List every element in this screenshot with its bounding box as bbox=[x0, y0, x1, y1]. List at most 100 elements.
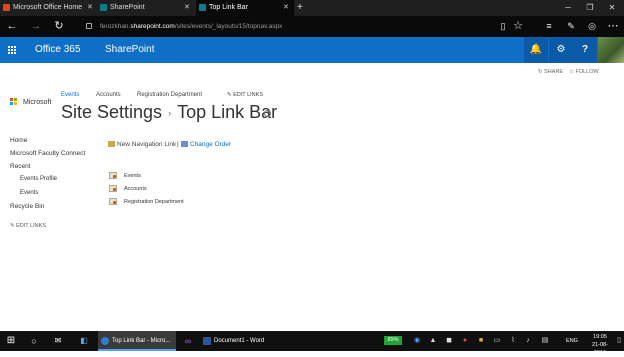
refresh-icon[interactable]: ↻ bbox=[50, 18, 68, 35]
bell-icon[interactable]: 🔔 bbox=[524, 37, 548, 63]
notification-icon[interactable]: ▤ bbox=[540, 331, 550, 351]
web-note-icon[interactable]: ✎ bbox=[562, 18, 580, 35]
quicklaunch-item-faculty-connect[interactable]: Microsoft Faculty Connect bbox=[10, 149, 85, 158]
edit-link-icon[interactable] bbox=[109, 198, 117, 205]
breadcrumb-separator: › bbox=[168, 108, 172, 119]
share-page-icon[interactable]: ◎ bbox=[583, 18, 601, 35]
tray-icon[interactable]: ◼ bbox=[444, 331, 454, 351]
edge-icon bbox=[101, 337, 109, 345]
nav-link-accounts[interactable]: Accounts bbox=[124, 185, 147, 193]
close-icon[interactable]: ✕ bbox=[283, 0, 289, 16]
sharepoint-icon bbox=[100, 4, 107, 11]
clock-date: 21-08-2016 bbox=[592, 342, 608, 356]
taskbar-app-label: Document1 - Word bbox=[214, 338, 265, 344]
windows-start-icon[interactable]: ⊞ bbox=[0, 331, 22, 351]
volume-icon[interactable]: ♪ bbox=[523, 331, 533, 351]
help-icon[interactable]: ? bbox=[573, 37, 597, 63]
wifi-icon[interactable]: ⌇ bbox=[508, 331, 518, 351]
page-title: Site Settings › Top Link Bar bbox=[61, 100, 277, 125]
share-button[interactable]: ↻ SHARE bbox=[538, 68, 563, 76]
taskbar-app-edge[interactable]: Top Link Bar - Micro... bbox=[98, 331, 176, 351]
quicklaunch-item-recent[interactable]: Recent bbox=[10, 162, 31, 171]
quicklaunch-item-events[interactable]: Events bbox=[20, 189, 38, 198]
new-tab-button[interactable]: + bbox=[294, 0, 308, 16]
follow-label: FOLLOW bbox=[575, 69, 599, 75]
follow-button[interactable]: ☆ FOLLOW bbox=[569, 68, 599, 76]
share-label: SHARE bbox=[544, 69, 564, 75]
app-launcher-icon[interactable] bbox=[0, 37, 24, 63]
back-icon[interactable]: ← bbox=[3, 18, 21, 35]
tab-sharepoint[interactable]: SharePoint ✕ bbox=[97, 0, 195, 16]
topnav-edit-links-button[interactable]: ✎ EDIT LINKS bbox=[227, 91, 263, 99]
clock-time: 19:05 bbox=[593, 334, 607, 340]
topnav-item-registration-department[interactable]: Registration Department bbox=[137, 91, 202, 99]
tab-label: SharePoint bbox=[110, 4, 145, 11]
nav-link-events[interactable]: Events bbox=[124, 172, 141, 180]
change-order-button[interactable]: Change Order bbox=[190, 140, 231, 149]
nav-link-registration-department[interactable]: Registration Department bbox=[124, 198, 184, 206]
logo-text: Microsoft bbox=[23, 99, 52, 106]
more-icon[interactable]: ⋯ bbox=[604, 18, 622, 35]
mail-icon[interactable]: ✉ bbox=[50, 331, 66, 351]
url-domain: sharepoint.com bbox=[130, 23, 175, 30]
tab-top-link-bar[interactable]: Top Link Bar ✕ bbox=[196, 0, 294, 16]
new-link-icon bbox=[108, 141, 115, 147]
tray-icon[interactable]: ■ bbox=[476, 331, 486, 351]
address-bar[interactable]: ferozkhan.sharepoint.com/sites/events/_l… bbox=[80, 19, 492, 34]
edit-link-icon[interactable] bbox=[109, 185, 117, 192]
lock-icon bbox=[86, 23, 92, 29]
avatar[interactable] bbox=[598, 37, 624, 63]
tray-icon[interactable]: ● bbox=[460, 331, 470, 351]
hub-icon[interactable]: ≡ bbox=[540, 18, 558, 35]
tray-icon[interactable]: ▲ bbox=[428, 331, 438, 351]
quicklaunch-item-recycle-bin[interactable]: Recycle Bin bbox=[10, 202, 44, 211]
taskbar: ⊞ ○ ✉ ◧ Top Link Bar - Micro... ∞ Docume… bbox=[0, 331, 624, 356]
quicklaunch-item-events-profile[interactable]: Events Profile bbox=[20, 175, 57, 184]
browser-tab-strip: Microsoft Office Home ✕ SharePoint ✕ Top… bbox=[0, 0, 624, 16]
sharepoint-icon bbox=[199, 4, 206, 11]
command-divider: | bbox=[177, 141, 179, 148]
close-window-icon[interactable]: ✕ bbox=[604, 0, 620, 16]
app-icon[interactable]: ◧ bbox=[76, 331, 92, 351]
microsoft-logo[interactable]: Microsoft bbox=[10, 97, 60, 109]
suite-bar: Office 365 SharePoint 🔔 ⚙ ? bbox=[0, 37, 624, 63]
tab-label: Top Link Bar bbox=[209, 4, 248, 11]
word-icon bbox=[203, 337, 211, 345]
taskbar-app-word[interactable]: Document1 - Word bbox=[200, 331, 276, 351]
action-center-icon[interactable]: ▯ bbox=[614, 331, 624, 351]
tray-icon[interactable]: ◉ bbox=[412, 331, 422, 351]
browser-nav-bar: ← → ↻ ferozkhan.sharepoint.com/sites/eve… bbox=[0, 16, 624, 37]
info-icon[interactable]: i bbox=[264, 110, 271, 117]
forward-icon[interactable]: → bbox=[27, 18, 45, 35]
clock[interactable]: 19:05 21-08-2016 bbox=[586, 333, 614, 357]
tab-label: Microsoft Office Home bbox=[13, 4, 83, 11]
tab-office-home[interactable]: Microsoft Office Home ✕ bbox=[0, 0, 96, 16]
office-icon bbox=[3, 4, 10, 11]
topnav-item-accounts[interactable]: Accounts bbox=[96, 91, 121, 99]
gear-icon[interactable]: ⚙ bbox=[549, 37, 573, 63]
office-365-link[interactable]: Office 365 bbox=[35, 37, 80, 63]
minimize-icon[interactable]: ─ bbox=[560, 0, 576, 16]
url-path: /sites/events/_layouts/15/topnav.aspx bbox=[174, 23, 283, 30]
visual-studio-icon[interactable]: ∞ bbox=[180, 331, 196, 351]
battery-indicator[interactable]: 89% bbox=[384, 336, 402, 345]
quicklaunch-edit-links-button[interactable]: ✎ EDIT LINKS bbox=[10, 222, 46, 231]
language-indicator[interactable]: ENG bbox=[562, 331, 582, 351]
restore-icon[interactable]: ❐ bbox=[582, 0, 598, 16]
favorite-star-icon[interactable]: ☆ bbox=[509, 18, 527, 35]
edit-link-icon[interactable] bbox=[109, 172, 117, 179]
new-navigation-link-button[interactable]: New Navigation Link bbox=[117, 140, 176, 149]
tray-icon[interactable]: ▭ bbox=[492, 331, 502, 351]
taskbar-app-label: Top Link Bar - Micro... bbox=[112, 338, 171, 344]
breadcrumb-site-settings[interactable]: Site Settings bbox=[61, 102, 162, 122]
quicklaunch-item-home[interactable]: Home bbox=[10, 136, 27, 145]
edit-links-label: EDIT LINKS bbox=[233, 92, 263, 98]
close-icon[interactable]: ✕ bbox=[184, 0, 190, 16]
search-icon[interactable]: ○ bbox=[26, 331, 42, 351]
close-icon[interactable]: ✕ bbox=[87, 0, 93, 16]
page-title-text: Top Link Bar bbox=[177, 102, 278, 122]
edit-links-label: EDIT LINKS bbox=[16, 223, 46, 229]
topnav-item-events[interactable]: Events bbox=[61, 91, 79, 99]
url-prefix: ferozkhan. bbox=[100, 23, 131, 30]
sharepoint-link[interactable]: SharePoint bbox=[105, 37, 154, 63]
